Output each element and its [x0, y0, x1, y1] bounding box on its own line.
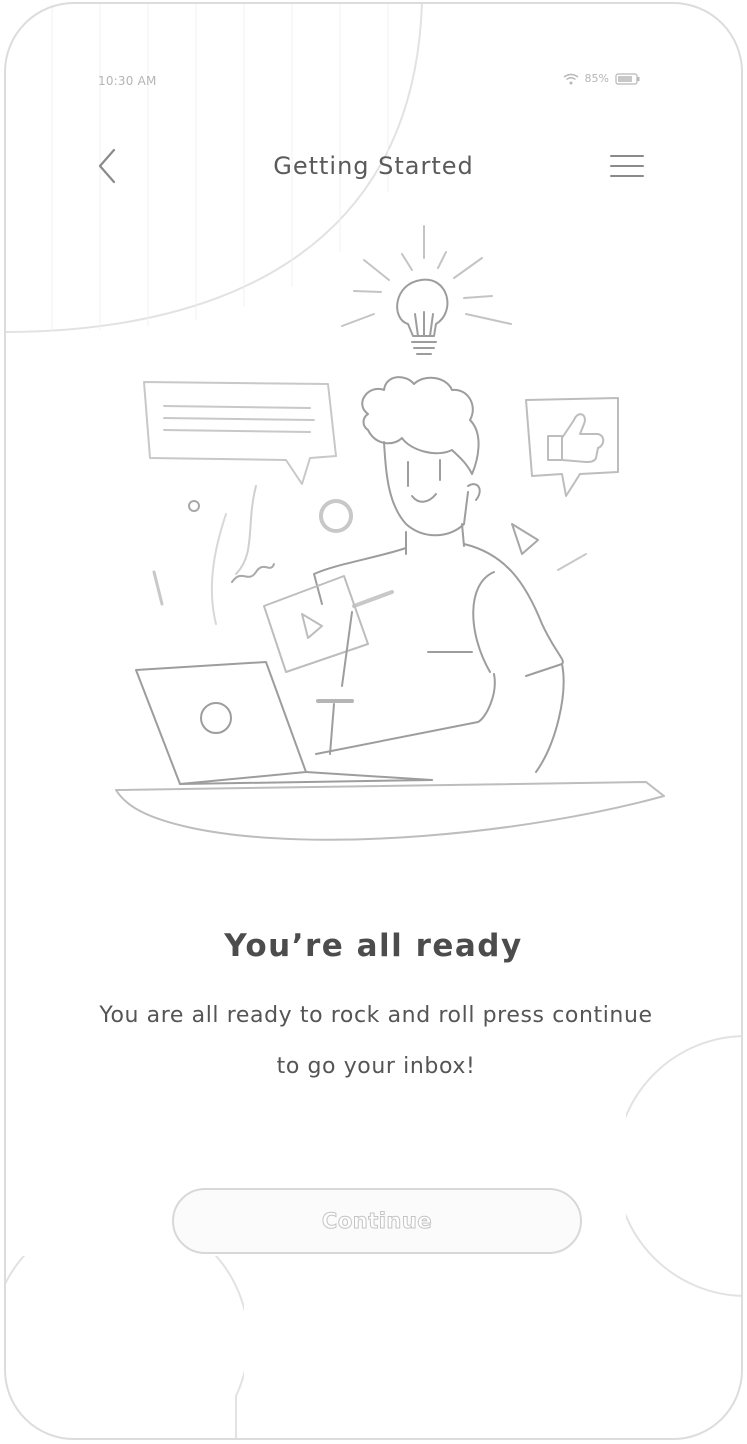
- continue-button[interactable]: Continue: [172, 1188, 582, 1254]
- continue-button-label: Continue: [321, 1209, 433, 1234]
- background-circle-bottom-left: [6, 1256, 244, 1438]
- ready-heading: You’re all ready: [224, 928, 523, 964]
- status-time: 10:30 AM: [98, 74, 157, 88]
- phone-frame: 10:30 AM 85% Getting Started You’re all …: [4, 2, 743, 1440]
- person-figure: [263, 376, 565, 773]
- decorative-shapes: [152, 485, 587, 625]
- menu-button[interactable]: [607, 150, 647, 182]
- battery-icon: [615, 72, 640, 85]
- ready-description: You are all ready to rock and roll press…: [99, 1003, 653, 1079]
- status-bar: 10:30 AM 85%: [6, 70, 741, 94]
- wifi-icon: [563, 73, 578, 84]
- battery-percent: 85%: [584, 72, 609, 85]
- speech-bubble-icon: [143, 381, 337, 485]
- thumbs-up-icon: [525, 397, 619, 497]
- nav-bar: Getting Started: [6, 134, 741, 198]
- hamburger-menu-icon: [610, 155, 644, 177]
- desk: [115, 781, 665, 841]
- lightbulb-icon: [341, 225, 512, 355]
- person-at-laptop-illustration: [115, 225, 665, 841]
- laptop-icon: [135, 661, 433, 785]
- status-indicators: 85%: [563, 72, 641, 85]
